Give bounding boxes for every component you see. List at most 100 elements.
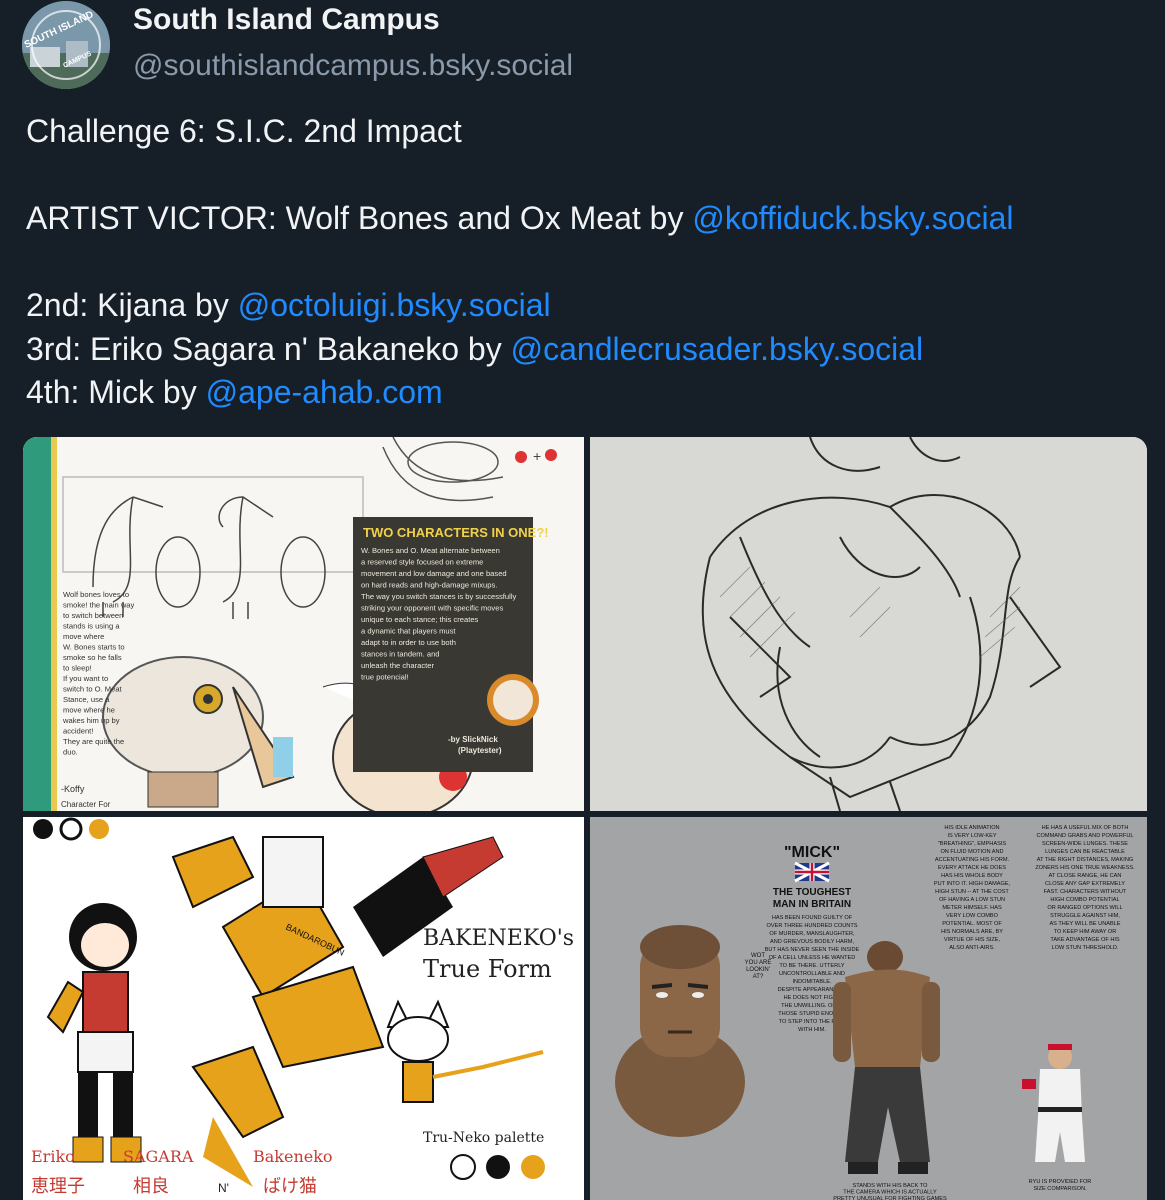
box-body-line: a reserved style focused on extreme [361, 558, 483, 567]
mick-bio-line: HE DOES NOT FIGHT [784, 995, 841, 1001]
mick-col2-line: "BREATHING", EMPHASIS [938, 841, 1006, 847]
mick-bio-line: TO BE THERE. UTTERLY [779, 963, 845, 969]
side-note-line: to sleep! [63, 664, 92, 673]
mick-col2-line: ACCENTUATING HIS FORM. [935, 857, 1010, 863]
victor-text: ARTIST VICTOR: Wolf Bones and Ox Meat by [26, 200, 693, 236]
mick-col2-line: EVERY ATTACK HE DOES [938, 865, 1006, 871]
mick-bio-line: AND GRIEVOUS BODILY HARM, [770, 939, 854, 945]
mick-col3-line: HE HAS A USEFUL MIX OF BOTH [1042, 825, 1129, 831]
mick-col3-line: ZONERS HIS ONE TRUE WEAKNESS. [1035, 865, 1135, 871]
author-avatar[interactable]: SOUTH ISLAND CAMPUS [22, 1, 110, 89]
mick-col2-line: METER HIMSELF. HAS [942, 905, 1002, 911]
mick-bio-line: BUT HAS NEVER SEEN THE INSIDE [765, 947, 860, 953]
mick-col3-line: LUNGES CAN BE REACTABLE [1045, 849, 1125, 855]
mick-bio-line: INDOMITABLE. [792, 979, 832, 985]
side-note-line: move where he [63, 706, 115, 715]
fourth-text: 4th: Mick by [26, 374, 206, 410]
mention-octoluigi[interactable]: @octoluigi.bsky.social [238, 287, 551, 323]
side-note-line: duo. [63, 748, 78, 757]
box-body-line: a dynamic that players must [361, 627, 456, 636]
mick-col3-line: TAKE ADVANTAGE OF HIS [1050, 937, 1120, 943]
image-wolf-bones-ox-meat[interactable]: + TWO CHARACTERS IN ONE?! W. Bones and O [23, 437, 584, 811]
second-text: 2nd: Kijana by [26, 287, 238, 323]
mick-bio-line: OVER THREE HUNDRED COUNTS [767, 923, 858, 929]
box-body-line: true potencial! [361, 673, 409, 682]
mention-ape-ahab[interactable]: @ape-ahab.com [206, 374, 443, 410]
author-handle[interactable]: @southislandcampus.bsky.social [133, 49, 573, 83]
jp-sagara: 相良 [133, 1176, 169, 1197]
mick-col3-line: TO KEEP HIM AWAY OR [1054, 929, 1117, 935]
signature: -Koffy [61, 784, 85, 794]
box-byline-role: (Playtester) [458, 746, 502, 755]
bakeneko-title-2: True Form [423, 955, 552, 983]
name-sagara: SAGARA [123, 1147, 194, 1166]
eriko-bakeneko-artwork: BANDAROBUN BAKENEKO's True Form Tru-Neko… [23, 817, 584, 1200]
mick-col2-line: HIS IDLE ANIMATION [944, 825, 999, 831]
box-body-line: The way you switch stances is by success… [361, 592, 517, 601]
mick-bio-line: WITH HIM. [798, 1027, 826, 1033]
back-caption-line: STANDS WITH HIS BACK TO [853, 1183, 929, 1189]
side-note-line: move where [63, 632, 104, 641]
side-note-line: wakes him up by [62, 716, 120, 725]
box-byline: -by SlickNick [448, 735, 498, 744]
box-body-line: unleash the character [361, 661, 435, 670]
image-grid: + TWO CHARACTERS IN ONE?! W. Bones and O [23, 437, 1147, 1200]
box-body-line: adapt to in order to use both [361, 638, 456, 647]
side-note-line: If you want to [63, 674, 108, 683]
jp-bakeneko: ばけ猫 [263, 1176, 317, 1197]
box-body-line: W. Bones and O. Meat alternate between [361, 546, 500, 555]
kijana-sketch [590, 437, 1147, 811]
box-title: TWO CHARACTERS IN ONE?! [363, 525, 549, 540]
box-body-line: on hard reads and high-damage mixups. [361, 581, 497, 590]
back-caption-line: PRETTY UNUSUAL FOR FIGHTING GAMES [833, 1196, 947, 1200]
mention-koffiduck[interactable]: @koffiduck.bsky.social [692, 200, 1013, 236]
mick-artwork: "MICK" THE TOUGHEST MAN IN BRITAIN HAS B… [590, 817, 1147, 1200]
back-caption-line: THE CAMERA WHICH IS ACTUALLY [843, 1190, 937, 1196]
mick-subtitle-2: MAN IN BRITAIN [773, 899, 851, 910]
mick-bio-line: HAS BEEN FOUND GUILTY OF [772, 915, 853, 921]
post-line-second: 2nd: Kijana by @octoluigi.bsky.social [26, 284, 1146, 328]
mick-col2-line: HAS HIS WHOLE BODY [941, 873, 1003, 879]
mick-col3-line: AS THEY WILL BE UNABLE [1049, 921, 1120, 927]
image-mick[interactable]: "MICK" THE TOUGHEST MAN IN BRITAIN HAS B… [590, 817, 1147, 1200]
mick-col2-line: POTENTIAL. MOST OF [942, 921, 1002, 927]
mick-col3-line: LOW STUN THRESHOLD. [1051, 945, 1118, 951]
mick-col3-line: AT CLOSE RANGE, HE CAN [1049, 873, 1122, 879]
ryu-caption-line: RYU IS PROVIDED FOR [1029, 1179, 1092, 1185]
side-note-line: smoke so he falls [63, 653, 122, 662]
mick-col2-line: IS VERY LOW-KEY [947, 833, 996, 839]
box-body-line: stances in tandem. and [361, 650, 440, 659]
box-body-line: movement and low damage and one based [361, 569, 507, 578]
wolf-bones-artwork: + TWO CHARACTERS IN ONE?! W. Bones and O [23, 437, 584, 811]
stance-swap-icon: + [533, 448, 541, 464]
box-body-line: striking your opponent with specific mov… [361, 604, 503, 613]
mick-col2-line: VERY LOW COMBO [946, 913, 999, 919]
palette-label: Tru-Neko palette [423, 1130, 544, 1146]
mick-col2-line: OF HAVING A LOW STUN [939, 897, 1005, 903]
mick-col3-line: HIGH COMBO POTENTIAL [1050, 897, 1119, 903]
image-eriko-bakeneko[interactable]: BANDAROBUN BAKENEKO's True Form Tru-Neko… [23, 817, 584, 1200]
mick-col2-line: VIRTUE OF HIS SIZE, [944, 937, 1001, 943]
mick-col2-line: ON FLUID MOTION AND [940, 849, 1003, 855]
side-note-line: to switch between [63, 611, 123, 620]
mick-col2-line: ALSO ANTI-AIRS. [949, 945, 995, 951]
side-note-line: switch to O. Meat [63, 685, 123, 694]
mention-candlecrusader[interactable]: @candlecrusader.bsky.social [511, 331, 924, 367]
mick-col2-line: HIGH STUN -- AT THE COST [935, 889, 1009, 895]
box-body-line: unique to each stance; this creates [361, 615, 479, 624]
name-bakeneko: Bakeneko [253, 1147, 333, 1166]
post-text: Challenge 6: S.I.C. 2nd Impact ARTIST VI… [26, 110, 1146, 415]
name-eriko: Eriko [31, 1147, 75, 1166]
post-line-title: Challenge 6: S.I.C. 2nd Impact [26, 110, 1146, 154]
speech-line: WOT [751, 953, 765, 959]
image-kijana[interactable] [590, 437, 1147, 811]
bakeneko-title-1: BAKENEKO's [423, 926, 574, 951]
speech-line: YOU ARE [745, 960, 772, 966]
name-n: N' [218, 1181, 229, 1195]
ryu-caption-line: SIZE COMPARISON. [1033, 1186, 1087, 1192]
speech-line: AT? [753, 974, 764, 980]
author-display-name[interactable]: South Island Campus [133, 3, 440, 37]
side-note-line: stands is using a [63, 622, 120, 631]
side-note-line: accident! [63, 727, 93, 736]
mick-bio-line: OF MURDER, MANSLAUGHTER, [769, 931, 855, 937]
